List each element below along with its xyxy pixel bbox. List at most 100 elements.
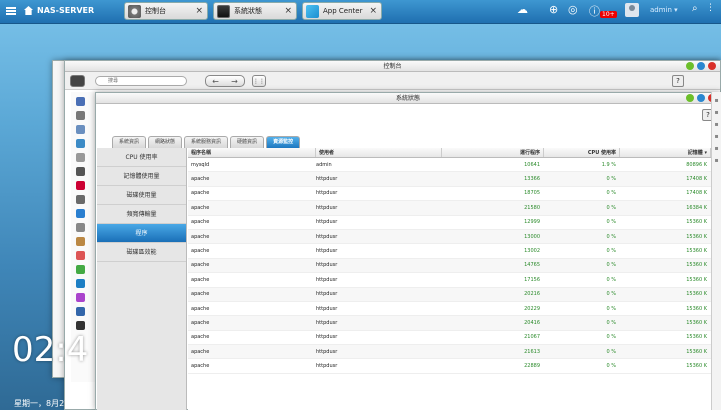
table-cell: 15360 K	[686, 262, 707, 269]
tab-network-status[interactable]: 網路狀態	[148, 136, 183, 148]
table-cell: 15360 K	[686, 319, 707, 326]
table-row[interactable]: apache httpdusr 21613 0 % 15360 K	[188, 345, 711, 360]
sidebar-item-memory[interactable]: 記憶體使用量	[97, 167, 186, 186]
column-header-user[interactable]: 使用者	[316, 148, 442, 157]
table-cell: 0 %	[606, 190, 616, 197]
table-cell: 17156	[524, 276, 540, 283]
table-cell: httpdusr	[316, 334, 338, 341]
system-status-titlebar: 系統狀態	[96, 93, 720, 104]
table-cell: apache	[191, 204, 210, 211]
user-icon[interactable]	[76, 209, 85, 218]
tab-resource-monitor[interactable]: 資源監控	[266, 136, 301, 148]
nas-icon[interactable]	[76, 181, 85, 190]
background-task-icon[interactable]: ◎	[568, 3, 578, 16]
avatar[interactable]	[625, 3, 639, 17]
table-cell: admin	[316, 161, 332, 168]
menu-icon[interactable]	[6, 7, 16, 15]
sidebar-item-volume-performance[interactable]: 磁碟區效能	[97, 243, 186, 262]
taskbar-tab-control-panel[interactable]: 控制台 ×	[124, 2, 208, 20]
table-cell: httpdusr	[316, 190, 338, 197]
cloud-icon[interactable]: ☁	[517, 3, 528, 16]
close-icon[interactable]: ×	[369, 6, 377, 16]
table-cell: httpdusr	[316, 305, 338, 312]
backup-icon[interactable]	[76, 251, 85, 260]
column-header-process[interactable]: 程序名稱	[188, 148, 316, 157]
table-cell: apache	[191, 319, 210, 326]
table-cell: apache	[191, 190, 210, 197]
tab-system-info[interactable]: 系統資訊	[112, 136, 147, 148]
table-row[interactable]: apache httpdusr 20229 0 % 15360 K	[188, 302, 711, 317]
table-row[interactable]: apache httpdusr 12999 0 % 15360 K	[188, 216, 711, 230]
taskbar: NAS-SERVER 控制台 × 系統狀態 × App Center × ☁ ⊕ ◎ …	[0, 0, 721, 24]
sidebar-item-cpu[interactable]: CPU 使用率	[97, 148, 186, 167]
group-icon[interactable]	[76, 223, 85, 232]
search-icon[interactable]: ⌕	[692, 3, 698, 14]
table-cell: httpdusr	[316, 348, 338, 355]
table-row[interactable]: apache httpdusr 13002 0 % 15360 K	[188, 244, 711, 259]
search-input[interactable]: 搜尋	[95, 76, 187, 86]
user-menu[interactable]: admin ▾	[650, 6, 678, 14]
table-cell: apache	[191, 219, 210, 226]
desktop-clock: 02:4	[12, 330, 89, 370]
notification-icon[interactable]: ⓘ	[589, 3, 600, 19]
folder-icon[interactable]	[76, 195, 85, 204]
grid-view-icon[interactable]: ⋮⋮	[252, 75, 266, 87]
sidebar-item-bandwidth[interactable]: 頻寬傳輸量	[97, 205, 186, 224]
back-icon[interactable]: ←	[206, 76, 225, 86]
wifi-icon[interactable]	[76, 307, 85, 316]
table-row[interactable]: apache httpdusr 13000 0 % 15360 K	[188, 229, 711, 245]
minimize-button[interactable]	[686, 62, 694, 70]
scrollbar[interactable]: ▪ ▪ ▪ ▪ ▪ ▪	[711, 92, 721, 410]
network-icon[interactable]	[76, 139, 85, 148]
brand[interactable]: NAS-SERVER	[24, 6, 94, 15]
disk-icon[interactable]	[76, 167, 85, 176]
column-header-cpu[interactable]: CPU 使用率	[544, 148, 620, 157]
minimize-button[interactable]	[686, 94, 694, 102]
table-row[interactable]: mysqld admin 10641 1.9 % 80896 K	[188, 158, 711, 173]
overview-icon[interactable]	[76, 97, 85, 106]
close-icon[interactable]: ×	[195, 6, 203, 16]
status-tabs: 系統資訊 網路狀態 系統服務資訊 硬體資訊 資源監控	[112, 136, 301, 148]
table-row[interactable]: apache httpdusr 13366 0 % 17408 K	[188, 172, 711, 187]
table-cell: 0 %	[606, 248, 616, 255]
table-row[interactable]: apache httpdusr 20216 0 % 15360 K	[188, 287, 711, 302]
web-icon[interactable]	[76, 265, 85, 274]
tab-service-info[interactable]: 系統服務資訊	[184, 136, 229, 148]
table-row[interactable]: apache httpdusr 14765 0 % 15360 K	[188, 258, 711, 274]
system-status-icon	[217, 4, 230, 18]
storage-icon[interactable]	[76, 125, 85, 134]
external-device-icon[interactable]: ⊕	[549, 3, 558, 16]
table-row[interactable]: apache httpdusr 18705 0 % 17408 K	[188, 187, 711, 202]
options-icon[interactable]: ⋮	[706, 3, 715, 13]
forward-icon[interactable]: →	[225, 76, 244, 86]
media-icon[interactable]	[76, 293, 85, 302]
apps-icon[interactable]	[76, 279, 85, 288]
close-icon[interactable]: ×	[284, 6, 292, 16]
security-icon[interactable]	[76, 237, 85, 246]
sidebar-item-process[interactable]: 程序	[97, 224, 186, 243]
table-row[interactable]: apache httpdusr 21580 0 % 16384 K	[188, 201, 711, 216]
settings-icon[interactable]	[76, 111, 85, 120]
table-cell: 0 %	[606, 262, 616, 269]
tab-hardware-info[interactable]: 硬體資訊	[230, 136, 265, 148]
sidebar-toggle-icon[interactable]	[70, 75, 85, 87]
table-cell: httpdusr	[316, 219, 338, 226]
column-header-pid[interactable]: 運行程序	[442, 148, 544, 157]
camera-icon[interactable]	[76, 321, 85, 330]
taskbar-tab-app-center[interactable]: App Center ×	[302, 2, 382, 20]
table-row[interactable]: apache httpdusr 22889 0 % 15360 K	[188, 359, 711, 374]
sidebar-item-disk[interactable]: 磁碟使用量	[97, 186, 186, 205]
control-panel-icon	[128, 4, 141, 18]
taskbar-tab-system-status[interactable]: 系統狀態 ×	[213, 2, 297, 20]
close-button[interactable]	[708, 62, 716, 70]
control-panel-titlebar: 控制台	[65, 61, 720, 72]
help-button[interactable]: ?	[672, 75, 684, 87]
table-cell: 20416	[524, 319, 540, 326]
table-row[interactable]: apache httpdusr 20416 0 % 15360 K	[188, 316, 711, 331]
table-row[interactable]: apache httpdusr 21067 0 % 15360 K	[188, 331, 711, 346]
maximize-button[interactable]	[697, 62, 705, 70]
table-row[interactable]: apache httpdusr 17156 0 % 15360 K	[188, 273, 711, 288]
column-header-memory[interactable]: 記憶體 ▾	[620, 148, 711, 157]
maximize-button[interactable]	[697, 94, 705, 102]
hardware-icon[interactable]	[76, 153, 85, 162]
